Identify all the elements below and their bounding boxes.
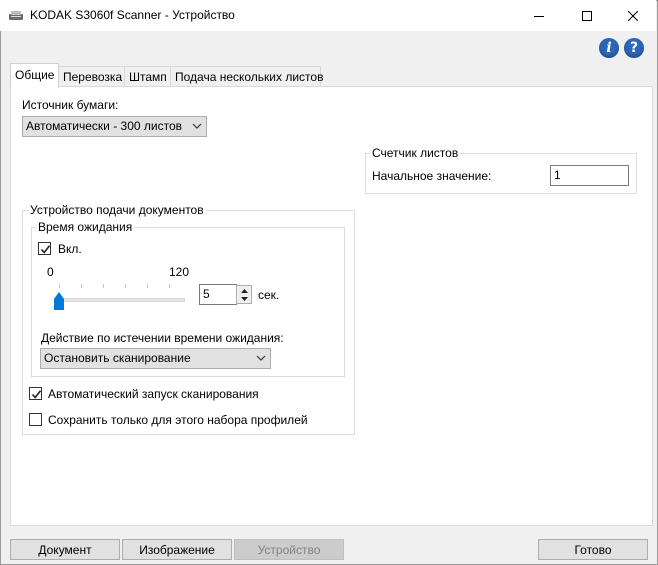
help-icon[interactable]: ? (624, 38, 644, 58)
tab-multifeed[interactable]: Подача нескольких листов (170, 66, 323, 86)
start-value-input[interactable]: 1 (550, 165, 629, 186)
title-bar: KODAK S3060f Scanner - Устройство (0, 0, 656, 31)
save-profile-label: Сохранить только для этого набора профил… (48, 413, 308, 427)
chevron-down-icon (192, 123, 202, 129)
maximize-icon (582, 10, 592, 21)
timeout-enabled-checkbox[interactable] (38, 242, 51, 255)
timeout-action-value: Остановить сканирование (44, 351, 191, 365)
timeout-action-select[interactable]: Остановить сканирование (40, 348, 271, 369)
document-button[interactable]: Документ (10, 539, 120, 560)
slider-tick (81, 284, 82, 288)
checkmark-icon (31, 390, 42, 399)
timeout-unit-label: сек. (258, 288, 280, 302)
tab-stamp[interactable]: Штамп (124, 66, 171, 86)
arrow-down-icon (240, 296, 248, 301)
maximize-button[interactable] (564, 0, 610, 31)
chevron-down-icon (256, 355, 266, 361)
image-button[interactable]: Изображение (122, 539, 232, 560)
tab-general[interactable]: Общие (10, 63, 59, 88)
slider-tick (147, 284, 148, 288)
checkmark-icon (40, 245, 51, 254)
timeout-spinner[interactable] (236, 285, 252, 304)
window-title: KODAK S3060f Scanner - Устройство (30, 8, 235, 22)
close-icon (628, 10, 638, 21)
timeout-enabled-label: Вкл. (58, 242, 82, 256)
timeout-title: Время ожидания (36, 220, 135, 234)
close-button[interactable] (610, 0, 656, 31)
save-profile-checkbox[interactable] (29, 413, 42, 426)
spinner-down-button[interactable] (237, 294, 251, 303)
device-button[interactable]: Устройство (234, 539, 344, 560)
paper-source-label: Источник бумаги: (22, 98, 119, 112)
done-button[interactable]: Готово (538, 539, 648, 560)
timeout-action-label: Действие по истечении времени ожидания: (41, 331, 284, 345)
arrow-up-icon (240, 288, 248, 293)
document-feeder-title: Устройство подачи документов (28, 203, 206, 217)
minimize-icon (534, 15, 544, 17)
paper-source-select[interactable]: Автоматически - 300 листов (22, 116, 207, 137)
slider-tick (169, 284, 170, 288)
tab-transport[interactable]: Перевозка (58, 66, 125, 86)
timeout-slider-track[interactable] (55, 298, 185, 302)
info-icon[interactable]: i (599, 38, 619, 58)
minimize-button[interactable] (516, 0, 562, 31)
slider-tick (125, 284, 126, 288)
slider-tick (103, 284, 104, 288)
paper-source-value: Автоматически - 300 листов (26, 119, 183, 133)
start-value-label: Начальное значение: (372, 169, 492, 183)
slider-min-label: 0 (47, 265, 54, 279)
slider-tick (59, 284, 60, 288)
auto-start-checkbox[interactable] (29, 387, 42, 400)
scanner-icon (8, 10, 24, 22)
sheet-counter-title: Счетчик листов (370, 146, 461, 160)
slider-max-label: 120 (169, 265, 190, 279)
timeout-value-input[interactable]: 5 (199, 284, 237, 305)
timeout-slider-thumb[interactable] (53, 291, 65, 311)
auto-start-label: Автоматический запуск сканирования (48, 387, 259, 401)
